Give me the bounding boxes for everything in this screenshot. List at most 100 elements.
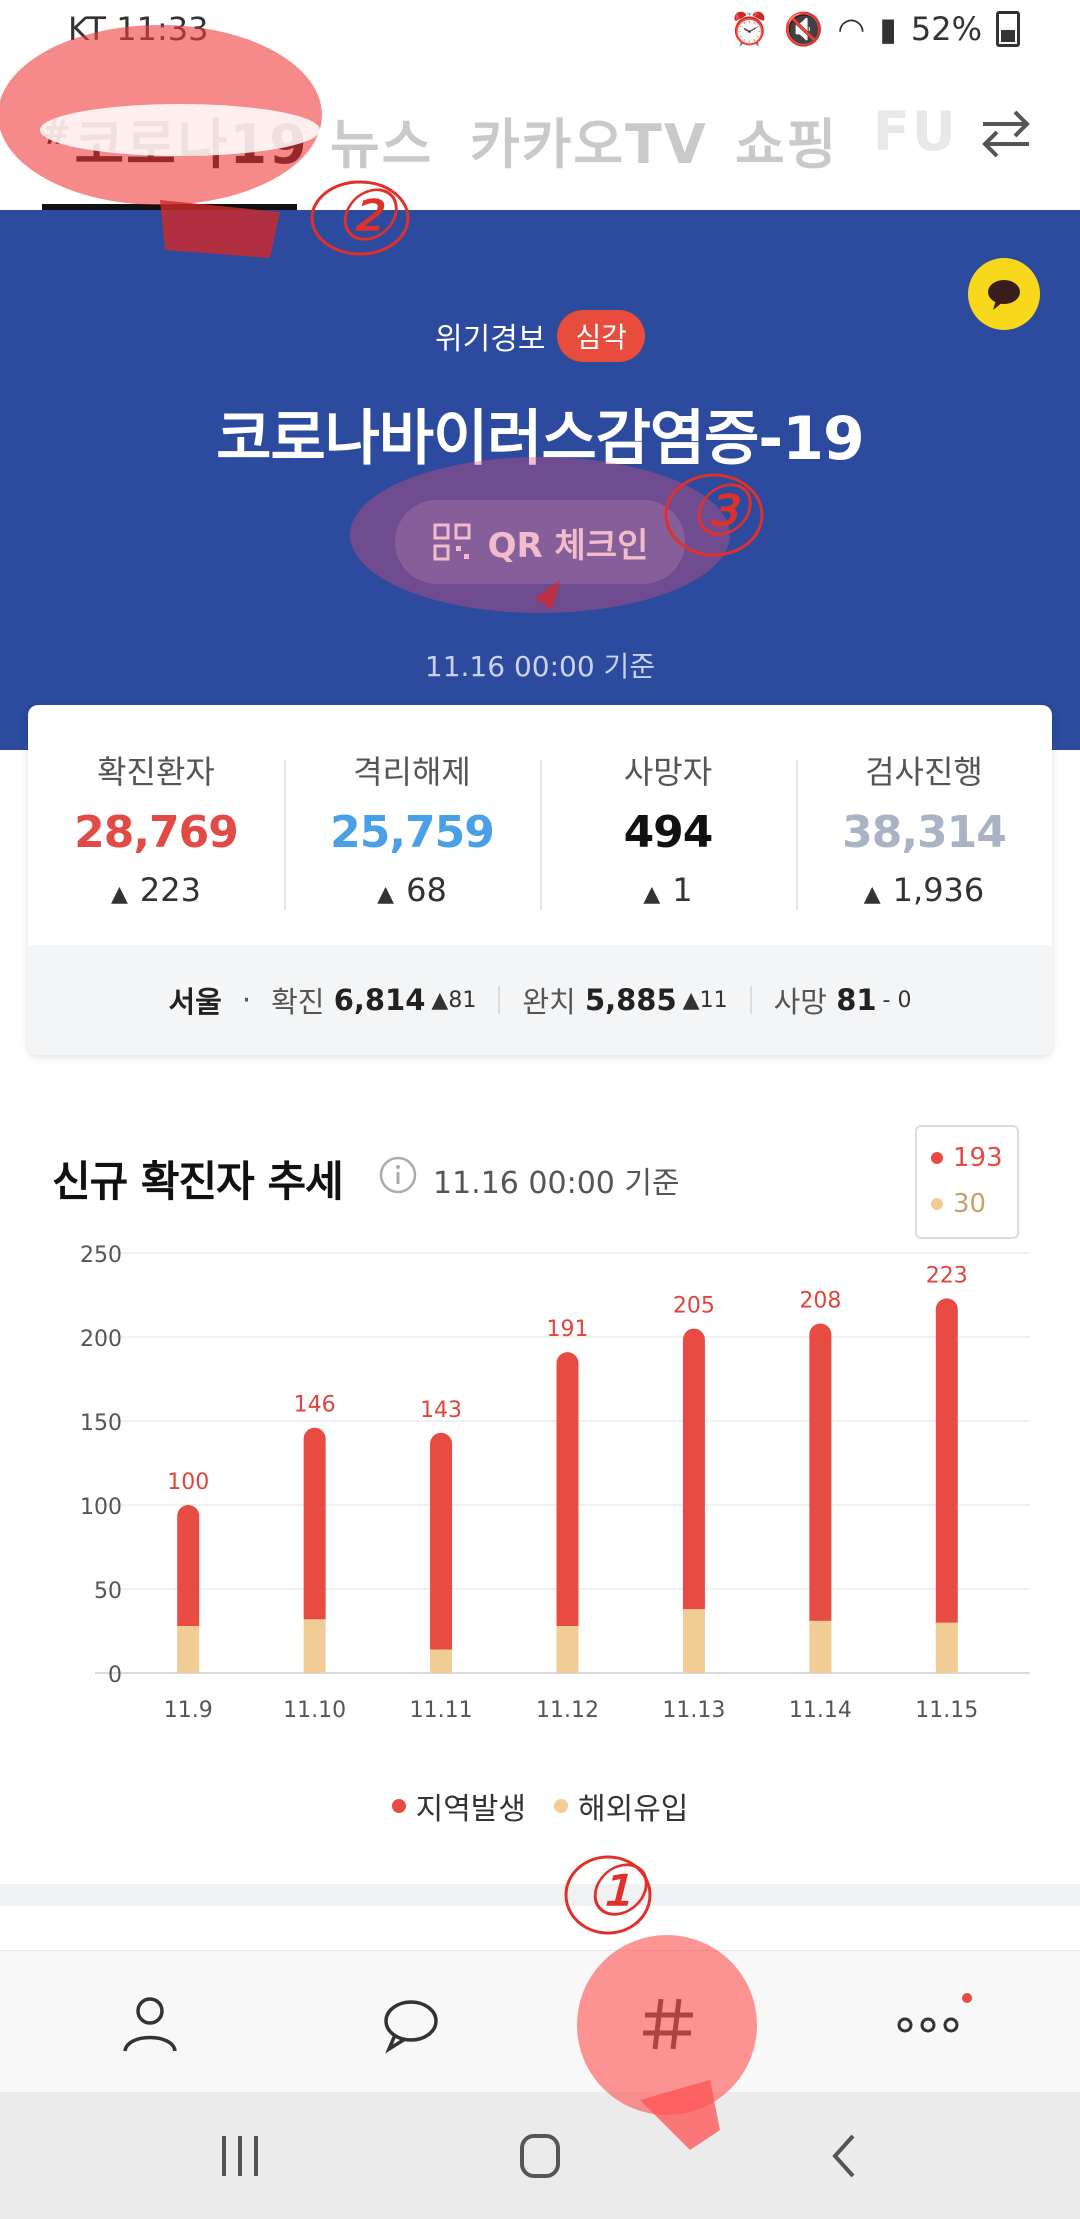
bar-segment-local — [682, 1328, 705, 1610]
home-icon[interactable] — [510, 2130, 570, 2182]
stat-label: 검사진행 — [865, 753, 983, 791]
stat-confirmed[interactable]: 확진환자 28,769 ▲ 223 — [28, 705, 284, 945]
y-tick-label: 200 — [80, 1327, 122, 1352]
region-deaths: 81 — [836, 983, 877, 1017]
bar-total-label: 208 — [799, 1289, 841, 1314]
status-bar: KT 11:33 ⏰ 🔇 ◠ ▮ 52% — [0, 0, 1080, 62]
tan-dot-icon — [931, 1198, 943, 1210]
bottom-nav — [0, 1950, 1080, 2093]
system-nav-bar — [0, 2092, 1080, 2219]
alert-level: 위기경보 심각 — [0, 310, 1080, 362]
battery-percent: 52% — [910, 10, 982, 48]
tooltip-imported-value: 30 — [953, 1189, 987, 1219]
chat-icon[interactable] — [375, 1989, 445, 2059]
bar-total-label: 146 — [294, 1393, 336, 1418]
region-deaths-label: 사망 — [773, 985, 827, 1019]
bullet: · — [241, 983, 252, 1017]
stat-delta: ▲ 223 — [28, 871, 284, 909]
region-recovered-label: 완치 — [522, 985, 576, 1019]
bar-total-label: 191 — [547, 1317, 589, 1342]
bar-segment-imported — [809, 1620, 832, 1673]
region-summary[interactable]: 서울 · 확진 6,814 ▲81 완치 5,885 ▲11 사망 81 - 0 — [28, 945, 1052, 1055]
up-triangle-icon: ▲ — [863, 882, 881, 907]
region-confirmed-label: 확진 — [271, 985, 325, 1019]
tab-label: 코로나19 — [74, 113, 309, 176]
stat-released[interactable]: 격리해제 25,759 ▲ 68 — [284, 705, 540, 945]
new-cases-chart: 0 50 100 150 200 250 100 11.9 146 11.10 143 11.11 19… — [80, 1243, 1030, 1723]
divider — [749, 986, 752, 1014]
tab-shopping[interactable]: 쇼핑 — [735, 100, 838, 179]
tooltip-local-row: 193 — [931, 1143, 1003, 1173]
y-tick-label: 100 — [80, 1495, 122, 1520]
tab-corona19[interactable]: #코로나19 — [42, 100, 309, 179]
stat-delta-value: 68 — [406, 871, 447, 909]
divider — [498, 986, 501, 1014]
region-confirmed-delta: ▲81 — [431, 987, 477, 1013]
stat-delta-value: 1 — [672, 871, 693, 909]
chart-title: 신규 확진자 추세 — [52, 1157, 344, 1206]
up-triangle-icon: ▲ — [111, 882, 128, 907]
hashtag-icon[interactable] — [633, 1989, 703, 2059]
x-tick-label: 11.9 — [164, 1698, 213, 1723]
stat-label: 확진환자 — [97, 753, 215, 791]
top-tab-bar: #코로나19 뉴스 카카오TV 쇼핑 FU — [0, 62, 1080, 210]
swap-arrows-icon[interactable] — [975, 102, 1037, 164]
bar-segment-imported — [177, 1625, 200, 1673]
tab-fun[interactable]: FU — [873, 100, 958, 163]
bar-total-label: 100 — [167, 1470, 209, 1495]
stat-delta: ▲ 1 — [540, 871, 796, 909]
tooltip-imported-row: 30 — [931, 1189, 986, 1219]
stat-label: 격리해제 — [353, 753, 471, 791]
bar-total-label: 205 — [673, 1294, 715, 1319]
banner-date: 11.16 00:00 기준 — [424, 650, 656, 683]
stat-testing[interactable]: 검사진행 38,314 ▲ 1,936 — [796, 705, 1052, 945]
bar-total-label: 223 — [926, 1263, 968, 1288]
more-icon[interactable] — [893, 1989, 963, 2059]
stat-value: 28,769 — [74, 807, 239, 858]
tab-kakaotv[interactable]: 카카오TV — [470, 100, 708, 179]
chart-date: 11.16 00:00 기준 — [433, 1166, 680, 1201]
bar-segment-local — [935, 1298, 958, 1623]
bar-total-label: 143 — [420, 1398, 462, 1423]
up-triangle-icon: ▲ — [643, 882, 661, 907]
annotation-number-2: ② — [333, 175, 396, 257]
signal-icon: ▮ — [879, 10, 897, 48]
x-tick-label: 11.12 — [536, 1698, 599, 1723]
bar-segment-imported — [303, 1619, 326, 1673]
chart-legend: 지역발생 해외유입 — [0, 1784, 1080, 1828]
corona-banner: 위기경보 심각 코로나바이러스감염증-19 QR 체크인 11.16 00:00… — [0, 210, 1080, 750]
stat-value: 25,759 — [330, 807, 495, 858]
tooltip-local-value: 193 — [953, 1143, 1003, 1173]
status-icons: ⏰ 🔇 ◠ ▮ 52% — [730, 10, 1020, 48]
annotation-number-1: ① — [583, 1850, 646, 1932]
recent-apps-icon[interactable] — [210, 2130, 270, 2182]
red-dot-icon — [931, 1152, 943, 1164]
legend-local: 지역발생 — [391, 1784, 526, 1828]
stat-value: 494 — [623, 807, 714, 858]
y-tick-label: 50 — [94, 1579, 122, 1604]
bar-segment-imported — [430, 1649, 453, 1673]
bar-segment-local — [303, 1427, 326, 1620]
qr-checkin-button[interactable]: QR 체크인 — [395, 500, 685, 584]
stat-delta: ▲ 1,936 — [796, 871, 1052, 909]
stat-deaths[interactable]: 사망자 494 ▲ 1 — [540, 705, 796, 945]
x-tick-label: 11.10 — [283, 1698, 346, 1723]
y-tick-label: 250 — [80, 1243, 122, 1268]
bar-segment-local — [177, 1505, 200, 1626]
bar-segment-imported — [935, 1622, 958, 1673]
stat-label: 사망자 — [623, 753, 713, 791]
bar-segment-local — [556, 1352, 579, 1626]
person-icon[interactable] — [115, 1989, 185, 2059]
tab-news[interactable]: 뉴스 — [330, 100, 433, 179]
x-tick-label: 11.13 — [662, 1698, 725, 1723]
info-icon[interactable] — [378, 1155, 418, 1195]
region-recovered-delta: ▲11 — [682, 987, 728, 1013]
annotation-number-3: ③ — [687, 470, 750, 552]
stats-card: 확진환자 28,769 ▲ 223 격리해제 25,759 ▲ 68 사망자 494… — [28, 705, 1052, 1055]
stat-delta-value: 223 — [139, 871, 201, 909]
back-icon[interactable] — [815, 2130, 875, 2182]
qr-checkin-label: QR 체크인 — [487, 525, 649, 566]
bar-segment-imported — [556, 1625, 579, 1673]
red-dot-icon — [391, 1799, 406, 1813]
x-tick-label: 11.14 — [789, 1698, 852, 1723]
